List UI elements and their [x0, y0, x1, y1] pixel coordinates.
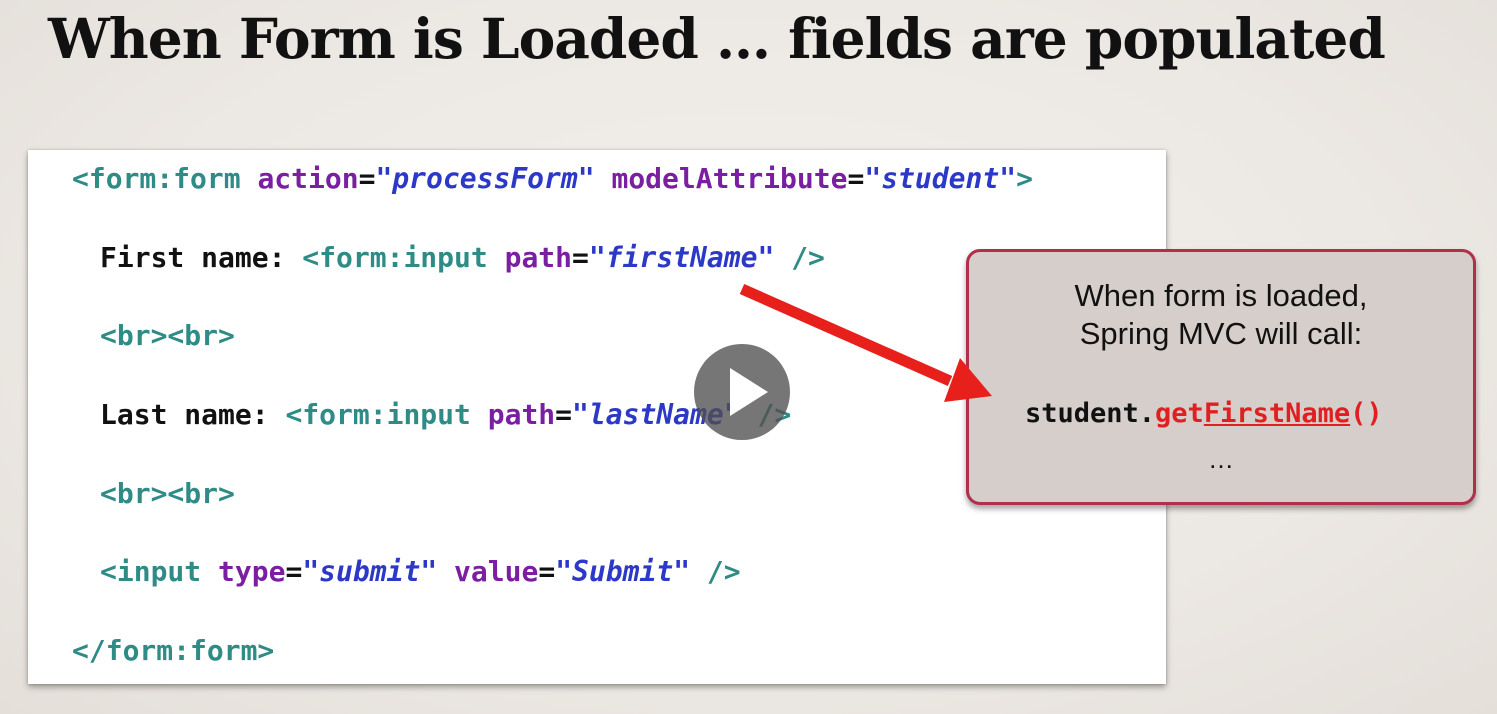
code-label: First name: — [100, 241, 303, 274]
code-tag: /> — [791, 241, 825, 274]
code-tag: /> — [706, 555, 741, 588]
code-eq: = — [538, 555, 556, 588]
callout-method-call: student.getFirstName() — [1025, 398, 1383, 429]
code-label: Last name: — [100, 398, 286, 431]
callout-box: When form is loaded, Spring MVC will cal… — [966, 249, 1476, 505]
code-line-last-name: Last name: <form:input path="lastName" /… — [100, 395, 791, 435]
code-line-form-open: <form:form action="processForm" modelAtt… — [72, 159, 1033, 199]
code-line-br-1: <br><br> — [100, 316, 235, 356]
code-attr: action — [257, 162, 359, 195]
code-tag: <br><br> — [100, 319, 235, 352]
code-string: "student" — [864, 162, 1017, 195]
code-line-first-name: First name: <form:input path="firstName"… — [100, 238, 825, 278]
code-eq: = — [358, 162, 376, 195]
code-line-br-2: <br><br> — [100, 474, 235, 514]
code-attr: value — [454, 555, 539, 588]
code-eq: = — [285, 555, 303, 588]
call-property: FirstName — [1203, 398, 1351, 429]
code-tag: </form:form> — [72, 634, 275, 667]
code-string: "Submit" — [555, 555, 691, 588]
code-eq: = — [572, 241, 589, 274]
code-string: "submit" — [302, 555, 438, 588]
callout-line-1: When form is loaded, — [1074, 278, 1368, 313]
call-object: student. — [1025, 398, 1156, 429]
call-parens: () — [1350, 398, 1383, 429]
play-icon — [730, 368, 768, 416]
code-tag: <input — [100, 555, 202, 588]
code-tag: <form:input — [285, 398, 471, 431]
play-button[interactable] — [694, 344, 790, 440]
code-string: "firstName" — [588, 241, 775, 274]
callout-line-2: Spring MVC will call: — [1079, 316, 1363, 351]
code-eq: = — [555, 398, 573, 431]
slide-title: When Form is Loaded … fields are populat… — [48, 6, 1386, 71]
code-attr: path — [504, 241, 573, 274]
code-tag: <br><br> — [100, 477, 235, 510]
code-string: "processForm" — [375, 162, 595, 195]
code-attr: path — [487, 398, 556, 431]
code-line-form-close: </form:form> — [72, 631, 274, 671]
code-eq: = — [847, 162, 865, 195]
code-line-submit-input: <input type="submit" value="Submit" /> — [100, 552, 741, 592]
code-tag: <form:form — [72, 162, 241, 195]
code-tag: > — [1016, 162, 1033, 195]
code-attr: type — [218, 555, 286, 588]
code-tag: <form:input — [302, 241, 488, 274]
code-attr: modelAttribute — [611, 162, 848, 195]
call-get: get — [1155, 398, 1204, 429]
callout-ellipsis: … — [1208, 444, 1234, 474]
